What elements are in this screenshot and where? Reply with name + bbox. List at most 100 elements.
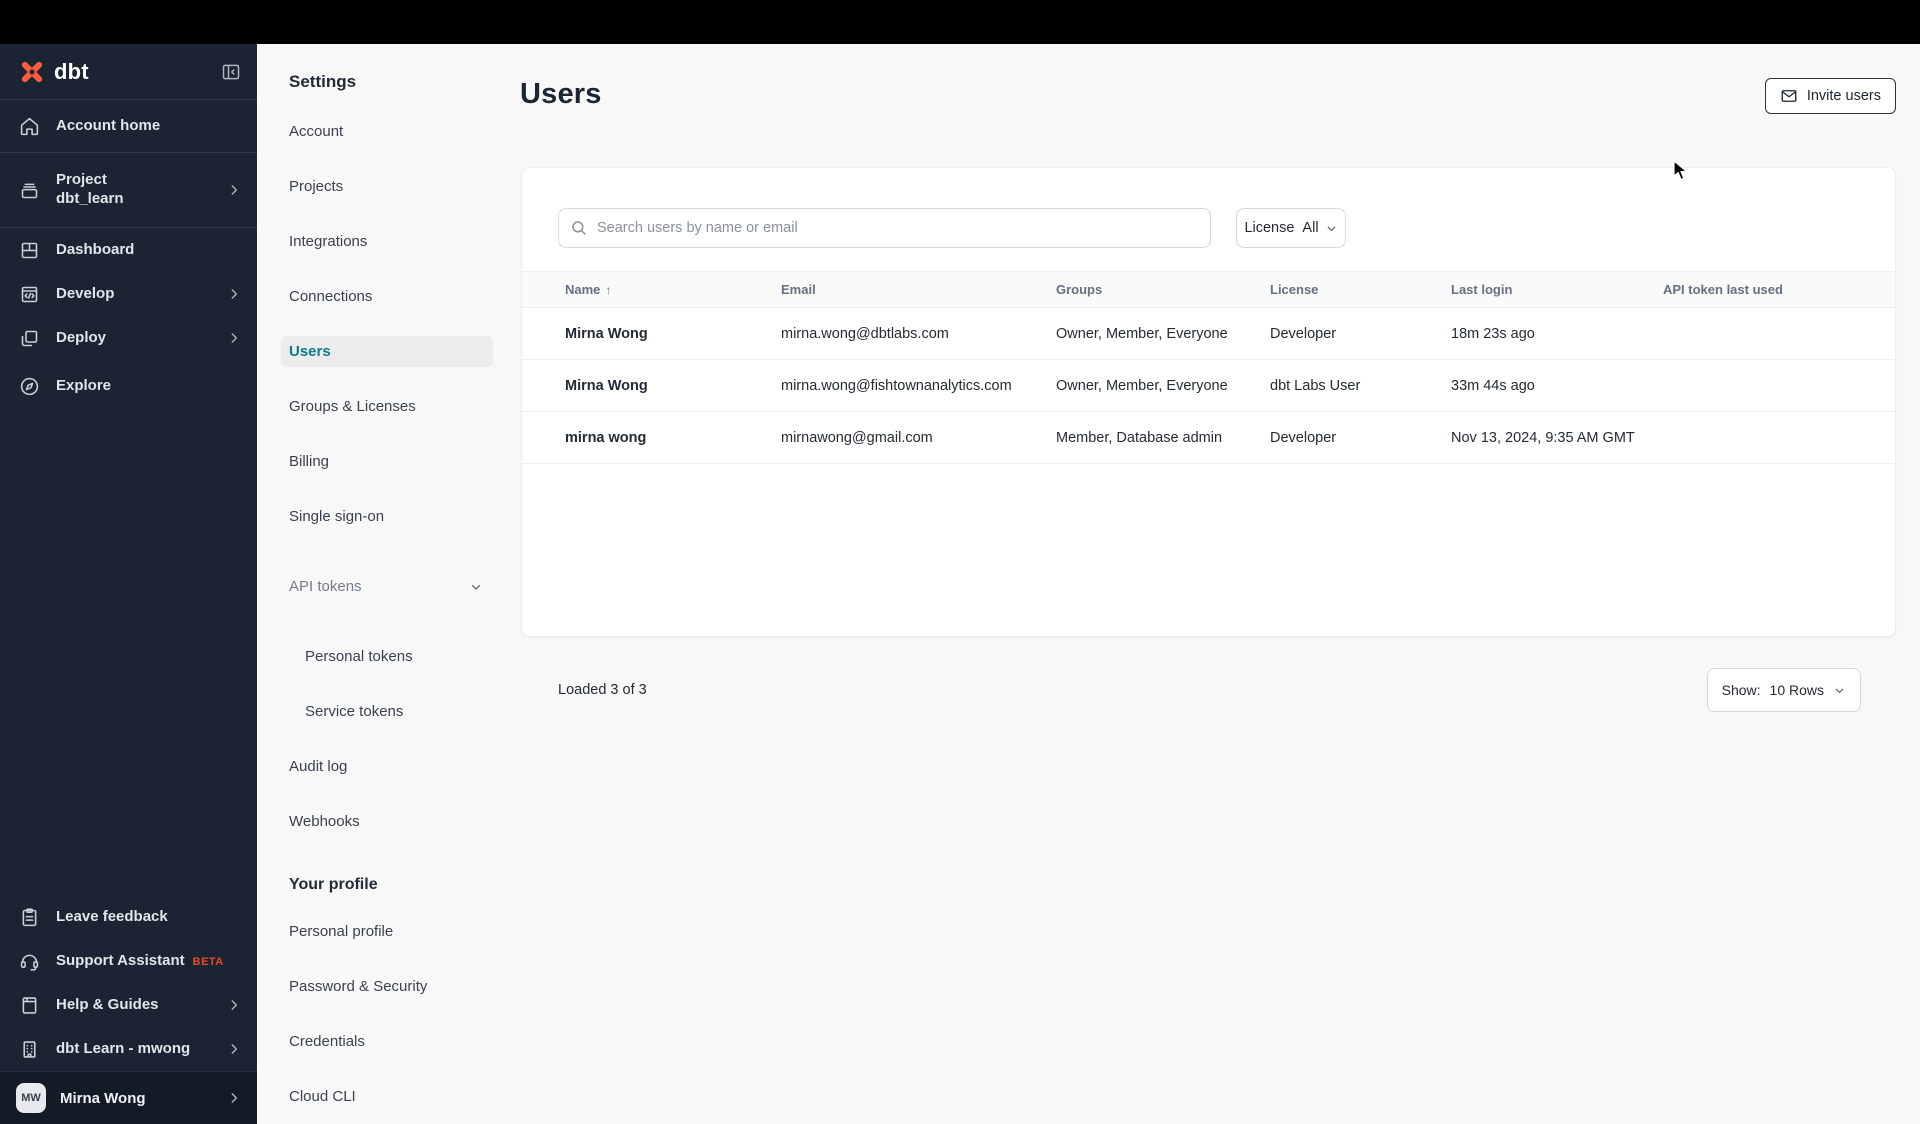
search-users-input[interactable]: [558, 208, 1211, 248]
sidebar-header: dbt: [0, 44, 257, 100]
chevron-down-icon: [1833, 684, 1846, 697]
sidebar-item-label: Support Assistant BETA: [56, 951, 224, 969]
main-content: Users Invite users License All: [510, 44, 1920, 1124]
user-email-cell: mirna.wong@dbtlabs.com: [781, 325, 949, 342]
deploy-icon: [18, 327, 40, 349]
book-icon: [18, 994, 40, 1016]
settings-nav-item-password-security[interactable]: Password & Security: [281, 971, 493, 1002]
sidebar-item-label: Deploy: [56, 328, 107, 346]
column-header-last-login[interactable]: Last login: [1451, 282, 1663, 297]
beta-badge: BETA: [192, 955, 224, 968]
settings-nav: Settings Account Projects Integrations C…: [257, 44, 510, 1124]
sidebar-item-label: dbt Learn - mwong: [56, 1039, 191, 1057]
sidebar-item-project[interactable]: Project dbt_learn: [0, 153, 257, 227]
user-license-cell: Developer: [1270, 325, 1337, 342]
sidebar-project-name: dbt_learn: [56, 190, 124, 207]
sidebar-item-label: Dashboard: [56, 240, 135, 258]
settings-nav-item-personal-profile[interactable]: Personal profile: [281, 916, 493, 947]
table-header-row: Name ↑ Email Groups License Last login AP…: [522, 271, 1895, 308]
search-icon: [570, 219, 588, 237]
settings-nav-item-cloud-cli[interactable]: Cloud CLI: [281, 1081, 493, 1112]
sidebar-item-label: Develop: [56, 284, 115, 302]
sidebar-item-label: Explore: [56, 376, 112, 394]
settings-nav-item-credentials[interactable]: Credentials: [281, 1026, 493, 1057]
column-header-api-token[interactable]: API token last used: [1663, 282, 1895, 297]
table-row[interactable]: mirna wong mirnawong@gmail.com Member, D…: [522, 412, 1895, 464]
sidebar-item-dashboard[interactable]: Dashboard: [0, 228, 257, 272]
chevron-right-icon: [227, 1091, 241, 1105]
user-email-cell: mirna.wong@fishtownanalytics.com: [781, 377, 1012, 394]
sidebar-item-label: Help & Guides: [56, 995, 159, 1013]
loaded-status-text: Loaded 3 of 3: [558, 682, 647, 698]
sidebar-user-menu[interactable]: MW Mirna Wong: [0, 1071, 257, 1124]
settings-nav-item-billing[interactable]: Billing: [281, 446, 493, 477]
sort-ascending-icon: ↑: [605, 283, 612, 297]
sidebar-item-dbt-learn[interactable]: dbt Learn - mwong: [0, 1027, 257, 1071]
column-header-license[interactable]: License: [1270, 282, 1451, 297]
chevron-right-icon: [227, 998, 241, 1012]
rows-per-page-dropdown[interactable]: Show: 10 Rows: [1706, 668, 1861, 712]
sidebar-item-support-assistant[interactable]: Support Assistant BETA: [0, 939, 257, 983]
dbt-logo[interactable]: dbt: [18, 58, 89, 86]
sidebar-user-name: Mirna Wong: [60, 1089, 146, 1107]
feedback-icon: [18, 906, 40, 928]
user-license-cell: dbt Labs User: [1270, 377, 1361, 394]
settings-nav-item-audit-log[interactable]: Audit log: [281, 751, 493, 782]
user-groups-cell: Owner, Member, Everyone: [1056, 325, 1228, 342]
sidebar-item-help-guides[interactable]: Help & Guides: [0, 983, 257, 1027]
settings-nav-item-webhooks[interactable]: Webhooks: [281, 806, 493, 837]
table-row[interactable]: Mirna Wong mirna.wong@fishtownanalytics.…: [522, 360, 1895, 412]
license-filter-dropdown[interactable]: License All: [1236, 208, 1346, 248]
avatar: MW: [16, 1083, 46, 1113]
user-last-login-cell: 18m 23s ago: [1451, 325, 1535, 342]
settings-nav-item-service-tokens[interactable]: Service tokens: [297, 696, 509, 727]
sidebar-item-develop[interactable]: Develop: [0, 272, 257, 316]
user-groups-cell: Member, Database admin: [1056, 429, 1223, 446]
sidebar-item-deploy[interactable]: Deploy: [0, 316, 257, 360]
project-icon: [18, 179, 40, 201]
settings-nav-item-single-sign-on[interactable]: Single sign-on: [281, 501, 493, 532]
settings-nav-item-api-tokens[interactable]: API tokens: [281, 571, 493, 602]
invite-users-button[interactable]: Invite users: [1764, 78, 1896, 114]
user-name-cell: Mirna Wong: [565, 377, 648, 394]
user-email-cell: mirnawong@gmail.com: [781, 429, 933, 446]
home-icon: [18, 115, 40, 137]
explore-icon: [18, 375, 40, 397]
settings-nav-item-projects[interactable]: Projects: [281, 171, 493, 202]
search-users: [558, 208, 1211, 248]
column-header-groups[interactable]: Groups: [1056, 282, 1270, 297]
settings-nav-item-personal-tokens[interactable]: Personal tokens: [297, 641, 509, 672]
user-name-cell: Mirna Wong: [565, 325, 648, 342]
user-groups-cell: Owner, Member, Everyone: [1056, 377, 1228, 394]
sidebar-collapse-icon[interactable]: [221, 62, 241, 82]
sidebar-item-explore[interactable]: Explore: [0, 364, 257, 408]
chevron-right-icon: [227, 287, 241, 301]
sidebar-item-account-home[interactable]: Account home: [0, 100, 257, 152]
dashboard-icon: [18, 239, 40, 261]
user-license-cell: Developer: [1270, 429, 1337, 446]
users-table: Name ↑ Email Groups License Last login AP…: [522, 271, 1895, 464]
settings-nav-item-connections[interactable]: Connections: [281, 281, 493, 312]
top-bar: [0, 0, 1920, 44]
app-sidebar: dbt Account home Project dbt_learn Dashb…: [0, 44, 257, 1124]
chevron-right-icon: [227, 183, 241, 197]
chevron-down-icon: [469, 580, 483, 594]
sidebar-item-label: Project dbt_learn: [56, 171, 211, 209]
settings-nav-item-groups-licenses[interactable]: Groups & Licenses: [281, 391, 493, 422]
settings-nav-item-integrations[interactable]: Integrations: [281, 226, 493, 257]
settings-nav-item-users[interactable]: Users: [281, 336, 493, 367]
page-title: Users: [520, 78, 602, 110]
column-header-email[interactable]: Email: [781, 282, 1056, 297]
settings-nav-item-account[interactable]: Account: [281, 116, 493, 147]
user-name-cell: mirna wong: [565, 429, 647, 446]
headset-icon: [18, 950, 40, 972]
column-header-name[interactable]: Name ↑: [522, 282, 781, 297]
user-last-login-cell: Nov 13, 2024, 9:35 AM GMT: [1451, 429, 1635, 446]
building-icon: [18, 1038, 40, 1060]
users-card: License All Name↑ Email Groups License L…: [521, 167, 1896, 712]
chevron-right-icon: [227, 331, 241, 345]
profile-section-title: Your profile: [289, 876, 378, 893]
table-row[interactable]: Mirna Wong mirna.wong@dbtlabs.com Owner,…: [522, 308, 1895, 360]
sidebar-item-leave-feedback[interactable]: Leave feedback: [0, 895, 257, 939]
dbt-logo-icon: [18, 58, 46, 86]
